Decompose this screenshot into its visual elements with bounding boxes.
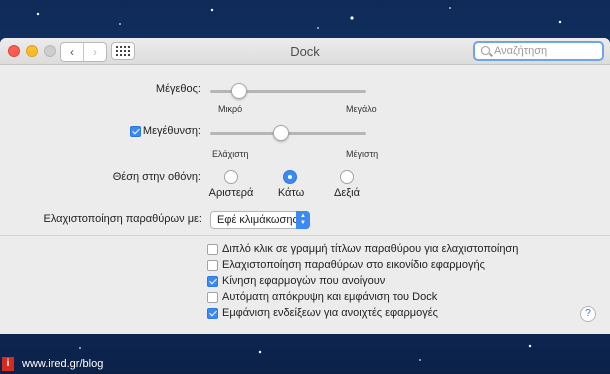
titlebar: ‹ › Dock xyxy=(0,38,610,65)
animate-opening-checkbox[interactable] xyxy=(207,276,218,287)
magnification-slider[interactable] xyxy=(210,125,366,141)
animate-opening-label: Κίνηση εφαρμογών που ανοίγουν xyxy=(222,275,386,287)
size-label: Μέγεθος: xyxy=(155,83,201,95)
preferences-window: ‹ › Dock Μέγεθος: Μικρό Μεγάλο Μεγέθυνση… xyxy=(0,38,610,334)
magnification-label: Μεγέθυνση: xyxy=(142,125,201,137)
minimize-into-icon-label: Ελαχιστοποίηση παραθύρων στο εικονίδιο ε… xyxy=(222,259,485,271)
minimize-effect-popup[interactable]: Εφέ κλιμάκωσης ▲ ▼ xyxy=(210,211,310,229)
search-icon xyxy=(481,46,490,55)
position-label: Θέση στην οθόνη: xyxy=(112,171,201,183)
size-min-label: Μικρό xyxy=(218,104,243,114)
position-bottom-label: Κάτω xyxy=(277,187,305,199)
show-indicators-label: Εμφάνιση ενδείξεων για ανοιχτές εφαρμογέ… xyxy=(222,307,438,319)
minimize-into-icon-checkbox[interactable] xyxy=(207,260,218,271)
chevron-updown-icon: ▲ ▼ xyxy=(296,211,310,229)
watermark-badge: i xyxy=(2,357,14,371)
position-bottom-radio[interactable] xyxy=(283,170,297,184)
watermark-text: www.ired.gr/blog xyxy=(22,358,104,370)
search-field[interactable] xyxy=(473,41,604,61)
separator xyxy=(0,235,610,236)
autohide-dock-checkbox[interactable] xyxy=(207,292,218,303)
show-indicators-checkbox[interactable] xyxy=(207,308,218,319)
minimize-effect-value: Εφέ κλιμάκωσης xyxy=(217,214,298,226)
position-left-radio[interactable] xyxy=(224,170,238,184)
magnification-min-label: Ελάχιστη xyxy=(212,149,249,159)
autohide-dock-label: Αυτόματη απόκρυψη και εμφάνιση του Dock xyxy=(222,291,438,303)
minimize-label: Ελαχιστοποίηση παραθύρων με: xyxy=(43,213,202,225)
position-right-radio[interactable] xyxy=(340,170,354,184)
double-click-minimize-label: Διπλό κλικ σε γραμμή τίτλων παραθύρου γι… xyxy=(222,243,519,255)
position-right-label: Δεξιά xyxy=(334,187,360,199)
size-slider-knob[interactable] xyxy=(231,83,247,99)
size-max-label: Μεγάλο xyxy=(346,104,377,114)
double-click-minimize-checkbox[interactable] xyxy=(207,244,218,255)
magnification-slider-knob[interactable] xyxy=(273,125,289,141)
search-input[interactable] xyxy=(494,43,599,59)
watermark: i www.ired.gr/blog xyxy=(0,354,103,374)
help-button[interactable]: ? xyxy=(580,306,596,322)
magnification-max-label: Μέγιστη xyxy=(346,149,379,159)
size-slider[interactable] xyxy=(210,83,366,99)
position-left-label: Αριστερά xyxy=(208,187,254,199)
